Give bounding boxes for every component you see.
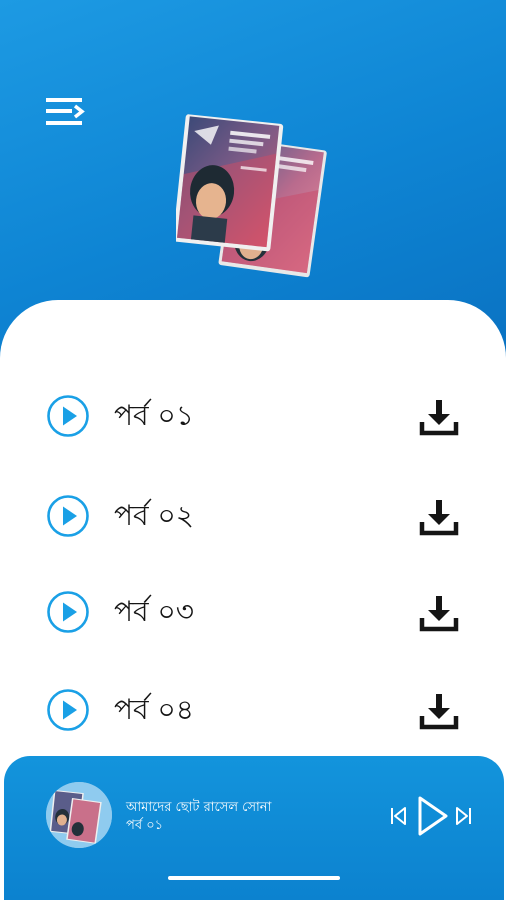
track-subtitle: পর্ব ০১ [126, 818, 164, 833]
download-icon[interactable] [418, 498, 460, 538]
episode-row[interactable]: পর্ব ০১ [0, 380, 506, 452]
download-icon[interactable] [418, 692, 460, 732]
download-icon[interactable] [418, 594, 460, 634]
episode-row[interactable]: পর্ব ০২ [0, 480, 506, 552]
play-icon[interactable] [46, 590, 90, 634]
skip-previous-icon[interactable] [388, 804, 408, 828]
episode-label: পর্ব ০২ [114, 499, 194, 532]
play-icon[interactable] [46, 688, 90, 732]
album-thumbnail [46, 782, 112, 848]
home-indicator [168, 876, 340, 880]
play-icon[interactable] [414, 794, 450, 838]
download-icon[interactable] [418, 398, 460, 438]
skip-next-icon[interactable] [454, 804, 474, 828]
episode-label: পর্ব ০৪ [114, 693, 194, 726]
menu-icon[interactable] [42, 94, 88, 134]
play-icon[interactable] [46, 394, 90, 438]
episode-row[interactable]: পর্ব ০৩ [0, 576, 506, 648]
episode-row[interactable]: পর্ব ০৪ [0, 674, 506, 746]
book-cover-art [172, 108, 341, 280]
episode-label: পর্ব ০১ [114, 399, 194, 432]
episode-label: পর্ব ০৩ [114, 595, 194, 628]
mini-player[interactable]: আমাদের ছোট রাসেল সোনা পর্ব ০১ [4, 756, 504, 900]
play-icon[interactable] [46, 494, 90, 538]
